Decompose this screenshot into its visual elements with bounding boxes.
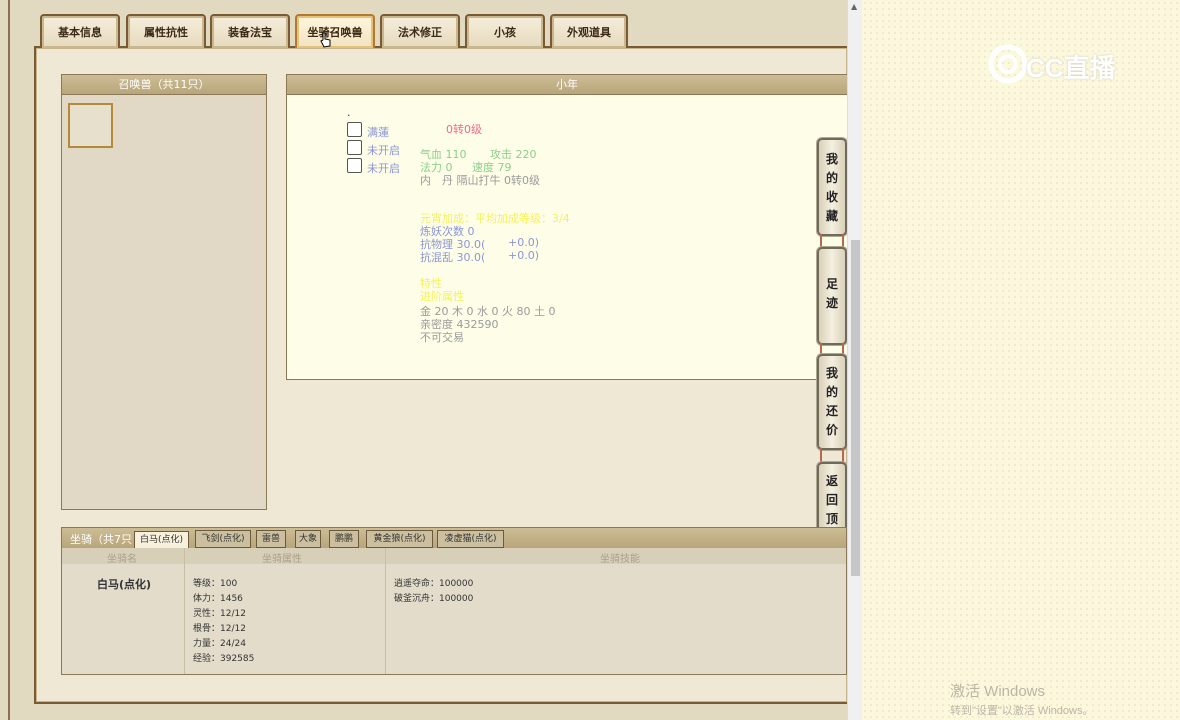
- mount-tab[interactable]: 凌虚猫(点化): [437, 530, 504, 548]
- pet-neidan: 内 丹 隔山打牛 0转0级: [420, 174, 540, 187]
- skill-label: 未开启: [367, 162, 400, 175]
- hand-cursor-icon: [320, 32, 331, 48]
- tab-appearance[interactable]: 外观道具: [550, 14, 628, 48]
- col-mount-attrs: 坐骑属性: [262, 554, 302, 565]
- tab-equipment[interactable]: 装备法宝: [210, 14, 290, 48]
- pet-trade: 不可交易: [420, 331, 464, 344]
- mount-tab[interactable]: 黄金狼(点化): [366, 530, 433, 548]
- bargain-char: 还: [825, 404, 838, 418]
- mount-skill: 逍遥夺命：100000: [394, 579, 474, 589]
- footprint-char: 迹: [825, 296, 838, 310]
- mount-attr: 体力：1456: [193, 594, 243, 604]
- pet-detail-panel: 小年 · 满蓮 未开启 未开启 0转0级 气血 110 攻击 220 法力 0 …: [286, 74, 848, 380]
- tab-child[interactable]: 小孩: [465, 14, 545, 48]
- mount-tab[interactable]: 雷兽: [256, 530, 286, 548]
- pet-name: 小年: [287, 75, 847, 95]
- skill-label: 满蓮: [367, 126, 389, 139]
- favorites-char: 收: [825, 190, 838, 204]
- mount-tab[interactable]: 大象: [295, 530, 321, 548]
- favorites-char: 藏: [825, 209, 838, 223]
- column-divider: [184, 548, 185, 674]
- left-border: [8, 0, 10, 720]
- pet-dot: ·: [347, 109, 351, 122]
- mount-name: 白马(点化): [97, 578, 152, 591]
- column-divider: [385, 548, 386, 674]
- tab-attributes[interactable]: 属性抗性: [126, 14, 206, 48]
- skill-label: 未开启: [367, 144, 400, 157]
- cc-logo-icon: [988, 44, 1028, 84]
- mount-attr: 灵性：12/12: [193, 609, 246, 619]
- tab-mount-summon[interactable]: 坐骑召唤兽: [295, 14, 375, 48]
- tab-spell-fix[interactable]: 法术修正: [380, 14, 460, 48]
- mount-attr: 经验：392585: [193, 654, 255, 664]
- footprint-button[interactable]: 足 迹: [817, 247, 847, 345]
- right-background: [862, 0, 1180, 720]
- top-char: 返: [825, 474, 838, 488]
- top-char: 回: [825, 493, 838, 507]
- col-mount-name: 坐骑名: [107, 554, 137, 565]
- mount-tab[interactable]: 白马(点化): [134, 531, 189, 549]
- bargain-char: 我: [825, 366, 838, 380]
- favorites-char: 我: [825, 152, 838, 166]
- mount-columns: 坐骑名 坐骑属性 坐骑技能: [62, 548, 846, 565]
- skill-checkbox[interactable]: [347, 122, 362, 137]
- skill-checkbox[interactable]: [347, 158, 362, 173]
- favorites-char: 的: [825, 171, 838, 185]
- mount-attr: 力量：24/24: [193, 639, 246, 649]
- scroll-up-icon[interactable]: ▲: [851, 2, 857, 11]
- my-favorites-button[interactable]: 我 的 收 藏: [817, 138, 847, 236]
- summon-list-panel: 召唤兽（共11只）: [61, 74, 267, 510]
- skill-checkbox[interactable]: [347, 140, 362, 155]
- mount-attr: 等级：100: [193, 579, 238, 589]
- footprint-char: 足: [825, 277, 838, 291]
- logo-text: CC直播: [1026, 53, 1116, 83]
- mount-attr: 根骨：12/12: [193, 624, 246, 634]
- scroll-thumb[interactable]: [851, 240, 860, 576]
- mount-panel: 坐骑（共7只 白马(点化) 飞剑(点化) 雷兽 大象 鹏鹏 黄金狼(点化) 凌虚…: [61, 527, 847, 675]
- pet-resist-phys-bonus: +0.0): [508, 236, 540, 249]
- pet-resist-seal: 抗混乱 30.0(: [420, 251, 486, 264]
- summon-list-title: 召唤兽（共11只）: [62, 75, 266, 95]
- pet-resist-seal-bonus: +0.0): [508, 249, 540, 262]
- mount-tab[interactable]: 飞剑(点化): [195, 530, 251, 548]
- mount-skill: 破釜沉舟：100000: [394, 594, 474, 604]
- bargain-char: 的: [825, 385, 838, 399]
- pet-rebirth: 0转0级: [446, 123, 482, 136]
- summon-slot[interactable]: [68, 103, 113, 148]
- activate-windows-hint: 转到"设置"以激活 Windows。: [950, 705, 1094, 717]
- activate-windows-title: 激活 Windows: [950, 683, 1046, 700]
- my-bargain-button[interactable]: 我 的 还 价: [817, 354, 847, 450]
- mount-tab[interactable]: 鹏鹏: [329, 530, 359, 548]
- mount-header: 坐骑（共7只 白马(点化) 飞剑(点化) 雷兽 大象 鹏鹏 黄金狼(点化) 凌虚…: [62, 528, 846, 549]
- bargain-char: 价: [825, 423, 838, 437]
- tab-basic-info[interactable]: 基本信息: [40, 14, 120, 48]
- pet-advanced: 进阶属性: [420, 290, 464, 303]
- mount-title: 坐骑（共7只: [70, 533, 132, 546]
- col-mount-skills: 坐骑技能: [600, 554, 640, 565]
- page-scrollbar[interactable]: ▲: [847, 0, 862, 720]
- cc-live-logo: CC直播: [988, 42, 1148, 84]
